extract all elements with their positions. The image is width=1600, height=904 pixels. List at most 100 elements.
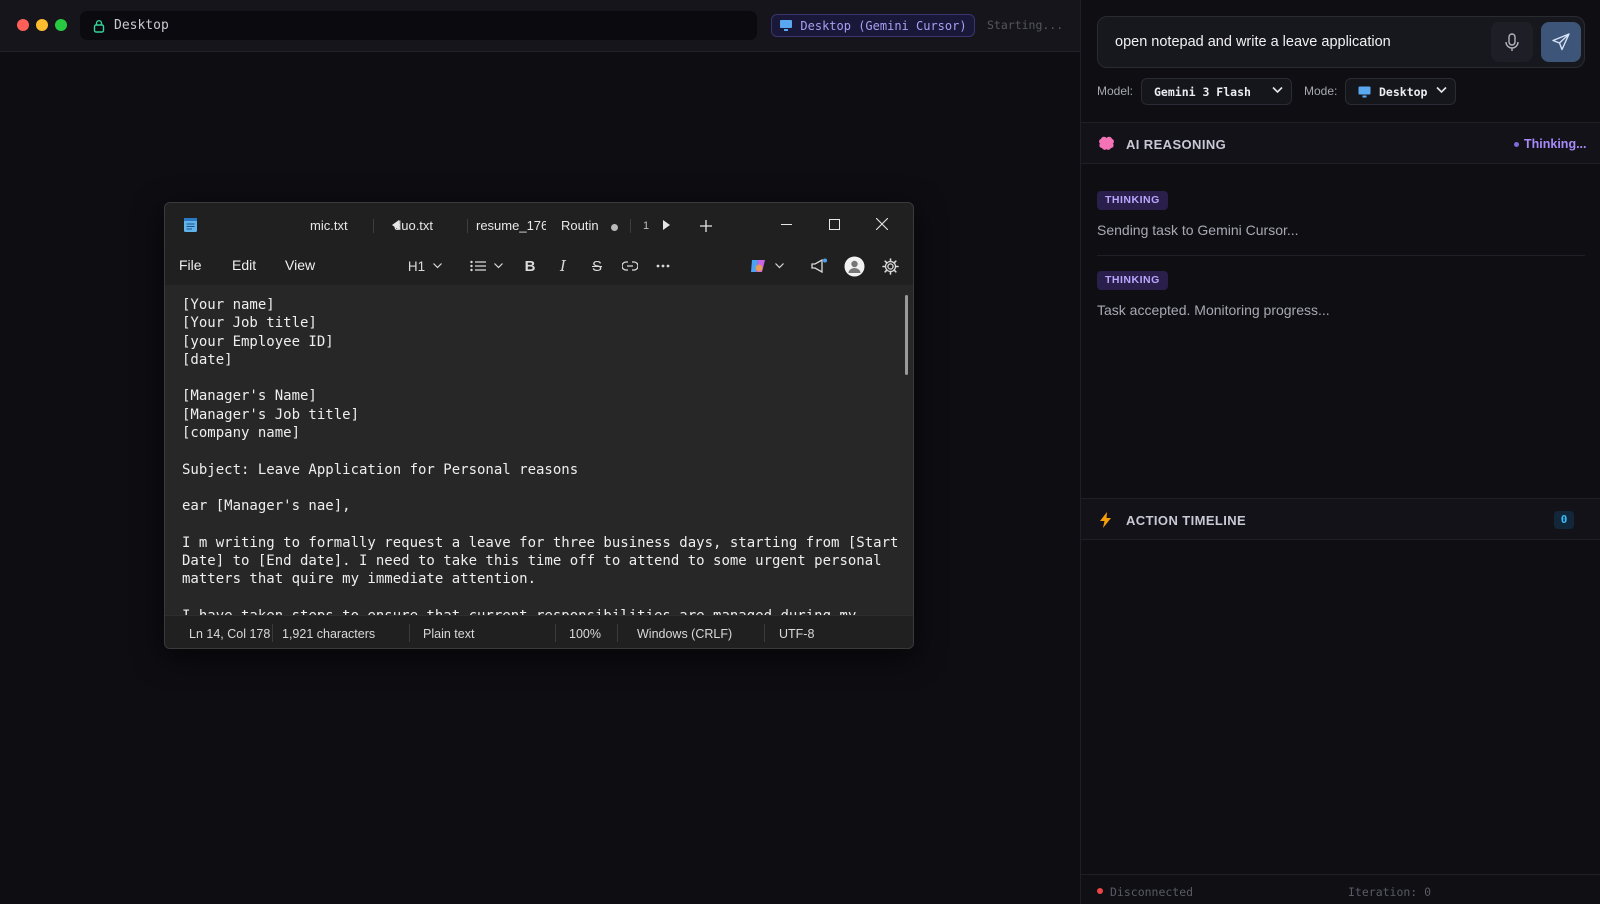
character-count: 1,921 characters [282, 627, 376, 641]
link-icon [622, 261, 638, 271]
close-button[interactable] [859, 209, 905, 239]
action-timeline-header: ACTION TIMELINE 0 [1081, 498, 1600, 540]
cursor-position: Ln 14, Col 178 [189, 627, 271, 641]
notepad-window[interactable]: mic.txt duo.txt resume_1768 Routin 1 Fil… [164, 202, 914, 649]
window-maximize-dot[interactable] [55, 19, 67, 31]
minimize-button[interactable] [763, 209, 809, 239]
notepad-status-bar: Ln 14, Col 178 1,921 characters Plain te… [165, 615, 913, 648]
mode-label: Mode: [1304, 84, 1338, 98]
reasoning-entry-text: Task accepted. Monitoring progress... [1097, 302, 1330, 318]
prompt-text: open notepad and write a leave applicati… [1115, 34, 1391, 50]
address-text: Desktop [114, 18, 169, 33]
chevron-down-icon [1436, 86, 1447, 94]
heading-label: H1 [407, 258, 426, 274]
send-icon [1552, 33, 1570, 51]
menu-edit[interactable]: Edit [232, 257, 256, 273]
settings-icon [881, 257, 899, 275]
notepad-menu-bar: File Edit View H1 B I S [165, 247, 913, 285]
send-button[interactable] [1541, 22, 1581, 62]
copilot-icon [750, 260, 765, 272]
window-minimize-dot[interactable] [36, 19, 48, 31]
announcements-button[interactable] [808, 256, 830, 276]
maximize-icon [828, 218, 840, 230]
prompt-input[interactable]: open notepad and write a leave applicati… [1097, 16, 1585, 68]
connection-status: Disconnected [1110, 885, 1194, 899]
menu-view[interactable]: View [285, 257, 315, 273]
reasoning-entry-text: Sending task to Gemini Cursor... [1097, 222, 1299, 238]
account-button[interactable] [843, 256, 865, 276]
zoom-level[interactable]: 100% [569, 627, 601, 641]
session-pill[interactable]: Desktop (Gemini Cursor) [771, 14, 975, 37]
close-icon [876, 218, 888, 230]
document-text[interactable]: [Your name] [Your Job title] [your Emplo… [182, 296, 898, 615]
model-value: Gemini 3 Flash [1154, 84, 1251, 99]
tab-routin[interactable]: Routin [561, 218, 601, 233]
monitor-icon [780, 20, 793, 31]
action-timeline-title: ACTION TIMELINE [1126, 513, 1247, 528]
heading-dropdown[interactable]: H1 [405, 256, 445, 276]
ai-reasoning-header: AI REASONING Thinking... [1081, 122, 1600, 164]
session-label: Desktop (Gemini Cursor) [800, 18, 967, 33]
strikethrough-icon: S [591, 257, 602, 275]
entry-divider [1097, 255, 1585, 256]
settings-button[interactable] [879, 256, 901, 276]
file-format[interactable]: Plain text [423, 627, 474, 641]
tab-duo[interactable]: duo.txt [394, 218, 454, 233]
model-label: Model: [1097, 84, 1134, 98]
connection-status-text: Starting... [987, 18, 1064, 32]
more-icon [656, 264, 670, 268]
panel-footer: Disconnected Iteration: 0 [1081, 874, 1600, 904]
encoding[interactable]: UTF-8 [779, 627, 814, 641]
copilot-dropdown[interactable] [747, 256, 785, 276]
arrow-right-icon[interactable] [662, 220, 670, 230]
notepad-title-bar: mic.txt duo.txt resume_1768 Routin 1 [165, 203, 913, 247]
chevron-down-icon [774, 263, 784, 269]
lock-icon [93, 19, 105, 33]
thinking-badge: THINKING [1097, 191, 1168, 210]
notepad-icon [184, 218, 197, 232]
list-icon [469, 260, 486, 272]
vertical-scrollbar[interactable] [905, 295, 908, 375]
line-ending[interactable]: Windows (CRLF) [637, 627, 732, 641]
minimize-icon [780, 223, 792, 225]
megaphone-icon [811, 258, 827, 274]
more-button[interactable] [653, 256, 673, 276]
disconnected-dot [1097, 888, 1103, 894]
ai-reasoning-title: AI REASONING [1126, 137, 1227, 152]
monitor-icon [1358, 86, 1371, 97]
italic-button[interactable]: I [553, 256, 573, 276]
iteration-counter: Iteration: 0 [1348, 885, 1432, 899]
bold-button[interactable]: B [520, 256, 540, 276]
lightning-icon [1100, 512, 1111, 528]
chevron-down-icon [493, 263, 503, 269]
microphone-icon [1505, 32, 1519, 51]
account-icon [844, 256, 864, 276]
tab-resume[interactable]: resume_1768 [476, 218, 546, 233]
list-dropdown[interactable] [467, 256, 505, 276]
menu-file[interactable]: File [179, 257, 202, 273]
thinking-badge: THINKING [1097, 271, 1168, 290]
window-close-dot[interactable] [17, 19, 29, 31]
chevron-down-icon [433, 263, 443, 269]
italic-icon: I [560, 257, 566, 275]
tab-mic[interactable]: mic.txt [310, 218, 370, 233]
mode-value: Desktop [1379, 84, 1428, 99]
chevron-down-icon [1272, 86, 1283, 94]
model-select[interactable]: Gemini 3 Flash [1141, 78, 1292, 105]
maximize-button[interactable] [811, 209, 857, 239]
timeline-count-badge: 0 [1554, 511, 1574, 529]
unsaved-dot [611, 224, 618, 231]
browser-top-bar: Desktop Desktop (Gemini Cursor) Starting… [0, 0, 1080, 52]
thinking-indicator-dot [1514, 142, 1519, 147]
desktop-view: Desktop Desktop (Gemini Cursor) Starting… [0, 0, 1080, 904]
strikethrough-button[interactable]: S [587, 256, 607, 276]
brain-icon [1099, 136, 1114, 150]
notepad-editor[interactable]: [Your name] [Your Job title] [your Emplo… [165, 285, 913, 615]
agent-panel: open notepad and write a leave applicati… [1080, 0, 1600, 904]
tab-overflow[interactable]: 1 [643, 220, 653, 232]
microphone-button[interactable] [1491, 22, 1533, 62]
mode-select[interactable]: Desktop [1345, 78, 1456, 105]
add-tab-icon[interactable] [700, 220, 712, 232]
link-button[interactable] [620, 256, 640, 276]
address-bar[interactable]: Desktop [80, 11, 757, 40]
